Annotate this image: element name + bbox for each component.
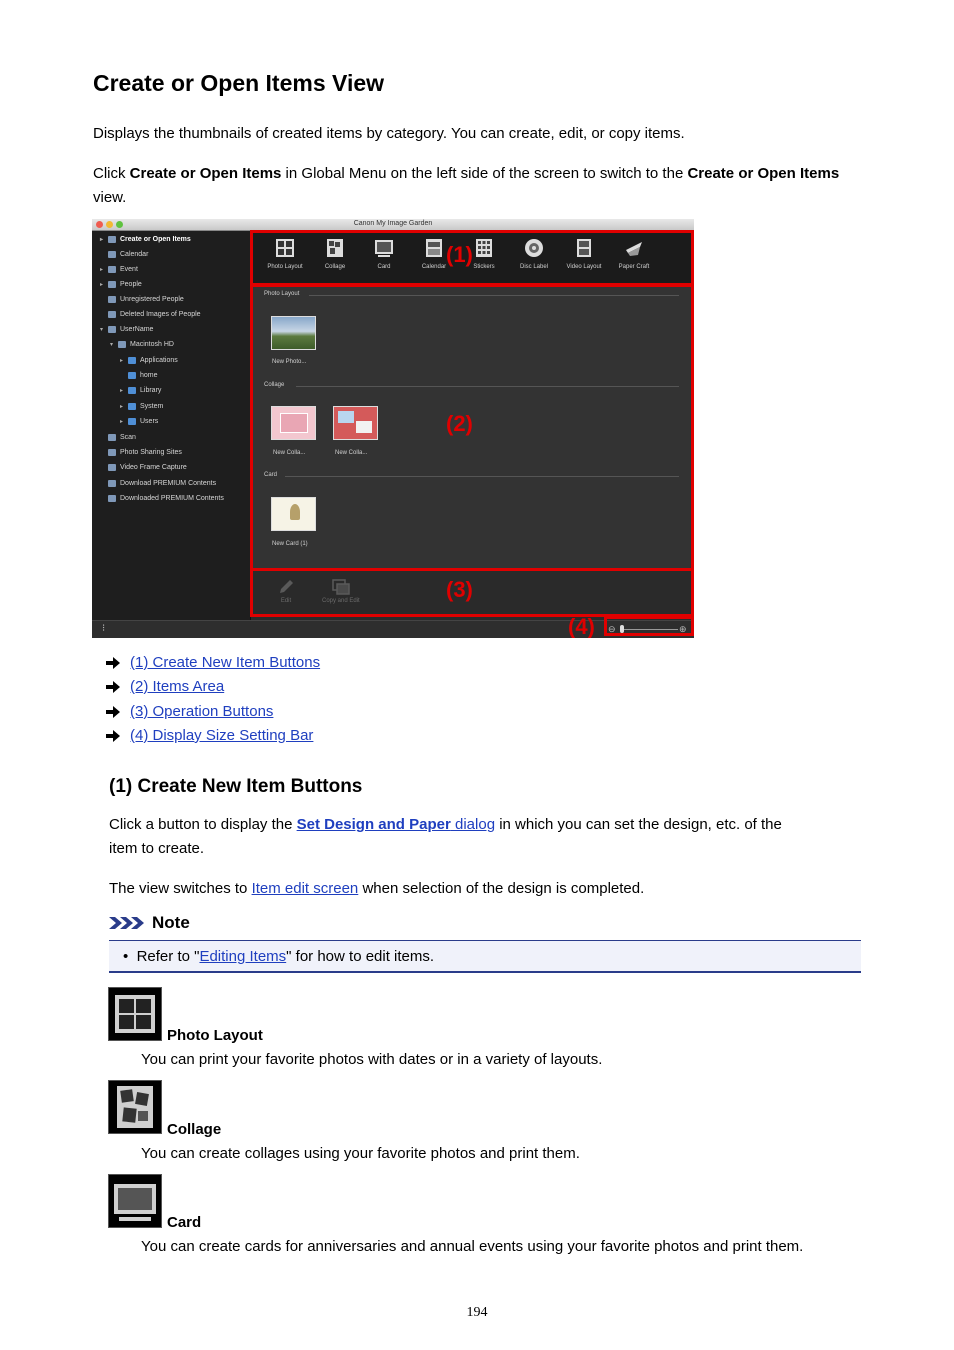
section-heading: (1) Create New Item Buttons — [109, 776, 363, 797]
arrow-right-icon — [106, 705, 120, 718]
note-box: • Refer to "Editing Items" for how to ed… — [109, 940, 861, 973]
sidebar-item-event: ▸ Event — [100, 265, 138, 273]
item-title-card: Card — [167, 1214, 202, 1231]
card-icon — [108, 1174, 162, 1228]
click-bold-1: Create or Open Items — [129, 165, 282, 182]
sidebar-item-photo-sharing: Photo Sharing Sites — [100, 445, 182, 459]
sidebar-item-library: ▸ Library — [120, 386, 162, 394]
link-row: (2) Items Area — [106, 678, 224, 695]
sidebar-item-home: home — [120, 368, 158, 382]
link-create-new-item-buttons[interactable]: (1) Create New Item Buttons — [130, 654, 320, 671]
callout-label-2: (2) — [446, 411, 473, 436]
sidebar-item-downloaded-premium: Downloaded PREMIUM Contents — [100, 491, 224, 505]
page-number: 194 — [466, 1305, 488, 1320]
link-set-design-and-paper[interactable]: Set Design and Paper dialog — [297, 816, 495, 833]
item-desc-card: You can create cards for anniversaries a… — [141, 1238, 804, 1255]
sidebar-item-applications: ▸ Applications — [120, 356, 178, 364]
link-display-size-setting-bar[interactable]: (4) Display Size Setting Bar — [130, 727, 313, 744]
item-desc-collage: You can create collages using your favor… — [141, 1145, 580, 1162]
link-row: (1) Create New Item Buttons — [106, 654, 320, 671]
link-item-edit-screen[interactable]: Item edit screen — [252, 880, 359, 897]
click-middle: in Global Menu on the left side of the s… — [281, 165, 688, 182]
chevrons-icon — [109, 917, 144, 929]
callout-label-3: (3) — [446, 577, 473, 602]
window-title: Canon My Image Garden — [353, 220, 433, 227]
link-row: (3) Operation Buttons — [106, 703, 273, 720]
sidebar-item-deleted-images: Deleted Images of People — [100, 307, 201, 321]
section-paragraph-1: Click a button to display the Set Design… — [109, 816, 782, 857]
item-title-photo-layout: Photo Layout — [167, 1027, 263, 1044]
click-instruction: Click Create or Open Items in Global Men… — [93, 162, 853, 210]
link-items-area[interactable]: (2) Items Area — [130, 678, 224, 695]
callout-label-4: (4) — [568, 614, 595, 638]
sidebar-item-video-frame-capture: Video Frame Capture — [100, 460, 187, 474]
sidebar-item-unregistered-people: Unregistered People — [100, 292, 184, 306]
click-bold-2: Create or Open Items — [687, 165, 840, 182]
click-prefix: Click — [93, 165, 130, 182]
collage-icon — [108, 1080, 162, 1134]
app-screenshot: Canon My Image Garden ▸ Create or Open It… — [92, 219, 694, 638]
section-paragraph-2: The view switches to Item edit screen wh… — [109, 880, 645, 897]
intro-text: Displays the thumbnails of created items… — [93, 125, 685, 142]
sidebar-item-users: ▸ Users — [120, 417, 159, 425]
link-row: (4) Display Size Setting Bar — [106, 727, 313, 744]
arrow-right-icon — [106, 680, 120, 693]
link-editing-items[interactable]: Editing Items — [199, 948, 286, 965]
sidebar-item-scan: Scan — [100, 430, 136, 444]
sidebar-item-people: ▸ People — [100, 280, 142, 288]
sidebar-item-calendar: Calendar — [100, 247, 148, 261]
info-icon: ⁝ — [102, 623, 106, 634]
callout-box-4 — [604, 616, 694, 636]
sidebar-item-system: ▸ System — [120, 402, 164, 410]
sidebar-item-create-or-open-items: ▸ Create or Open Items — [100, 235, 191, 243]
link-operation-buttons[interactable]: (3) Operation Buttons — [130, 703, 273, 720]
sidebar-item-username: ▾ UserName — [100, 325, 154, 333]
item-desc-photo-layout: You can print your favorite photos with … — [141, 1051, 603, 1068]
arrow-right-icon — [106, 656, 120, 669]
global-menu-sidebar: ▸ Create or Open Items Calendar ▸ Event ▸ P… — [92, 231, 251, 620]
callout-label-1: (1) — [446, 242, 473, 267]
page-title: Create or Open Items View — [93, 70, 385, 96]
sidebar-item-macintosh-hd: ▾ Macintosh HD — [110, 340, 174, 348]
click-suffix: view. — [93, 189, 127, 206]
arrow-right-icon — [106, 729, 120, 742]
photo-layout-icon — [108, 987, 162, 1041]
sidebar-item-download-premium: Download PREMIUM Contents — [100, 476, 216, 490]
item-title-collage: Collage — [167, 1121, 222, 1138]
note-text: • Refer to "Editing Items" for how to ed… — [123, 948, 435, 965]
note-heading: Note — [109, 913, 190, 933]
